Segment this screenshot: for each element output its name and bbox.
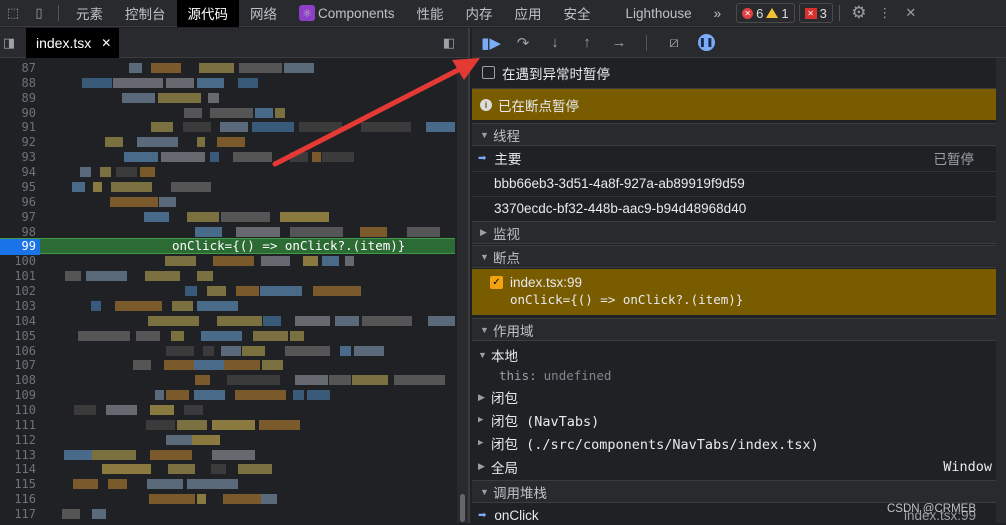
arrow-shaft: [272, 65, 465, 167]
annotation-arrow: [272, 58, 480, 167]
